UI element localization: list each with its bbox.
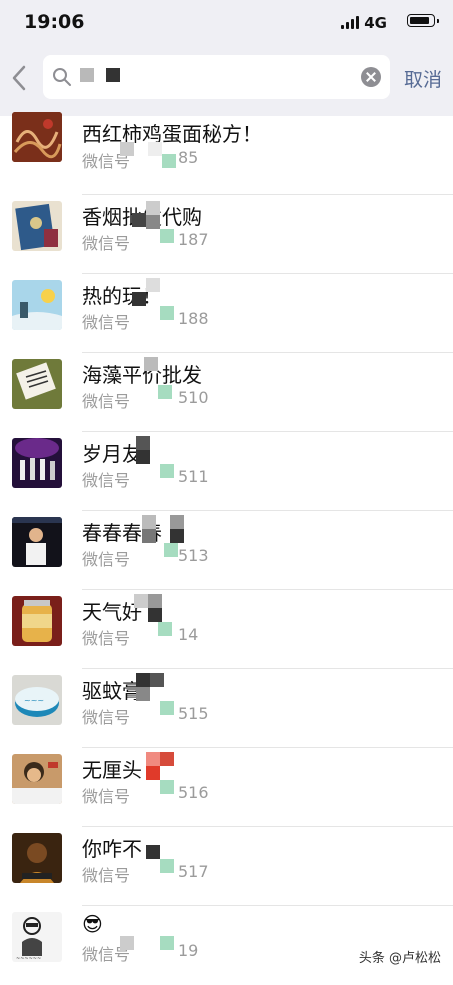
result-item[interactable]: 西红柿鸡蛋面秘方！ 微信号 85: [0, 112, 453, 195]
result-item[interactable]: 热的玩！ 微信号 188: [0, 274, 453, 353]
avatar: [12, 517, 62, 567]
search-header: 取消: [0, 44, 453, 116]
avatar: [12, 112, 62, 162]
avatar: [12, 754, 62, 804]
result-name: 无厘头: [82, 758, 142, 782]
avatar: ~~~: [12, 675, 62, 725]
result-name: 西红柿鸡蛋面秘方！: [82, 122, 262, 146]
result-item[interactable]: ~~~ 驱蚊膏 微信号 515: [0, 669, 453, 748]
result-wechat-id-label: 微信号: [82, 471, 131, 490]
result-item[interactable]: 海藻平价批发 微信号 510: [0, 353, 453, 432]
result-item[interactable]: 天气好 微信号 14: [0, 590, 453, 669]
result-item[interactable]: 无厘头 微信号 516: [0, 748, 453, 827]
avatar: [12, 833, 62, 883]
result-name: 驱蚊膏: [82, 679, 142, 703]
watermark: 头条 @卢松松: [358, 951, 441, 966]
result-name: 你咋不: [82, 837, 142, 861]
status-time: 19:06: [24, 11, 85, 33]
result-name: 😎: [82, 912, 103, 936]
result-wechat-id-suffix: 511: [178, 467, 209, 486]
network-type: 4G: [364, 14, 387, 32]
result-wechat-id-suffix: 513: [178, 546, 209, 565]
status-bar: 19:06 4G: [0, 0, 453, 44]
avatar: ~~~~~~: [12, 912, 62, 962]
avatar: [12, 201, 62, 251]
result-wechat-id-suffix: 187: [178, 230, 209, 249]
result-wechat-id-label: 微信号: [82, 550, 131, 569]
avatar: [12, 359, 62, 409]
result-wechat-id-suffix: 510: [178, 388, 209, 407]
avatar: [12, 438, 62, 488]
avatar: [12, 596, 62, 646]
result-wechat-id-suffix: 14: [178, 625, 199, 644]
result-wechat-id-suffix: 188: [178, 309, 209, 328]
avatar: [12, 280, 62, 330]
result-item[interactable]: ~~~~~~ 😎 微信号 19: [0, 906, 453, 985]
result-wechat-id-suffix: 517: [178, 862, 209, 881]
result-item[interactable]: 岁月友 微信号 511: [0, 432, 453, 511]
result-wechat-id-label: 微信号: [82, 234, 131, 253]
clear-icon[interactable]: [361, 67, 381, 87]
result-name: 海藻平价批发: [82, 363, 202, 387]
search-input[interactable]: [43, 55, 390, 99]
query-mosaic: [106, 68, 120, 82]
result-wechat-id-label: 微信号: [82, 708, 131, 727]
result-wechat-id-suffix: 515: [178, 704, 209, 723]
result-wechat-id-suffix: 516: [178, 783, 209, 802]
result-wechat-id-label: 微信号: [82, 392, 131, 411]
svg-text:~~~: ~~~: [24, 696, 44, 705]
cancel-button[interactable]: 取消: [404, 65, 442, 92]
result-item[interactable]: 你咋不 微信号 517: [0, 827, 453, 906]
search-icon: [53, 68, 71, 86]
result-item[interactable]: 香烟批发代购 微信号 187: [0, 195, 453, 274]
result-wechat-id-label: 微信号: [82, 787, 131, 806]
svg-text:~~~~~~: ~~~~~~: [16, 956, 41, 962]
result-wechat-id-label: 微信号: [82, 629, 131, 648]
result-name: 岁月友: [82, 442, 142, 466]
result-wechat-id-suffix: 19: [178, 941, 199, 960]
result-wechat-id-suffix: 85: [178, 148, 199, 167]
battery-icon: [407, 14, 439, 27]
signal-icon: [341, 15, 361, 29]
result-wechat-id-label: 微信号: [82, 313, 131, 332]
result-item[interactable]: 春春春春 微信号 513: [0, 511, 453, 590]
back-chevron-icon[interactable]: [10, 64, 28, 92]
result-name: 天气好: [82, 600, 142, 624]
query-mosaic: [80, 68, 94, 82]
result-wechat-id-label: 微信号: [82, 866, 131, 885]
